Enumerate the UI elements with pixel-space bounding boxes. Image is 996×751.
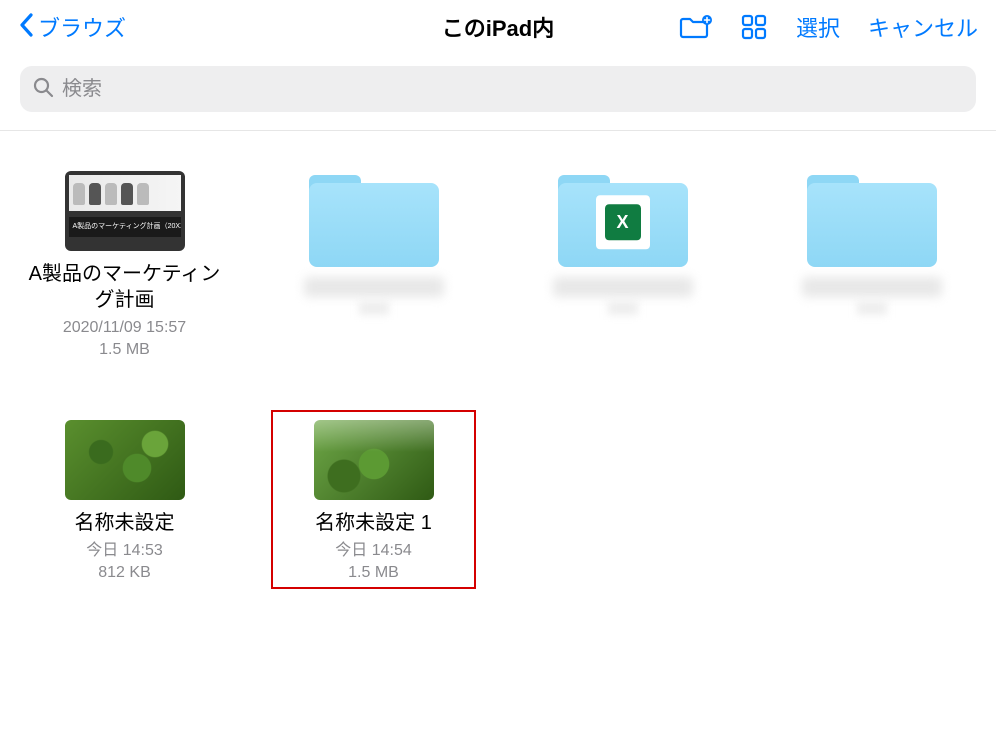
file-thumbnail (65, 420, 185, 500)
file-grid: A製品のマーケティング計画（20XX年） A製品のマーケティング計画 2020/… (0, 131, 996, 603)
new-folder-button[interactable] (678, 13, 712, 41)
page-title: このiPad内 (442, 11, 554, 43)
file-size: 1.5 MB (99, 339, 150, 361)
folder-item[interactable] (271, 171, 476, 360)
file-name: 名称未設定 1 (315, 510, 432, 536)
file-item[interactable]: A製品のマーケティング計画（20XX年） A製品のマーケティング計画 2020/… (22, 171, 227, 360)
back-button[interactable]: ブラウズ (18, 11, 126, 44)
file-name: A製品のマーケティング計画 (25, 261, 225, 313)
folder-name (553, 277, 693, 297)
file-item[interactable]: 名称未設定 今日 14:53 812 KB (22, 420, 227, 583)
file-thumbnail: A製品のマーケティング計画（20XX年） (65, 171, 185, 251)
folder-item[interactable]: X (520, 171, 725, 360)
searchbar-container (0, 54, 996, 131)
search-input[interactable] (62, 78, 964, 101)
folder-meta (857, 301, 887, 315)
file-size: 1.5 MB (348, 562, 399, 584)
folder-icon (807, 171, 937, 267)
file-name: 名称未設定 (75, 510, 175, 536)
folder-icon (309, 171, 439, 267)
search-icon (32, 76, 54, 103)
folder-icon: X (558, 171, 688, 267)
cancel-button[interactable]: キャンセル (868, 11, 978, 43)
thumbnail-caption: A製品のマーケティング計画（20XX年） (69, 217, 181, 237)
file-date: 今日 14:54 (335, 540, 412, 562)
header-actions: 選択 キャンセル (678, 11, 978, 43)
back-label: ブラウズ (38, 11, 126, 43)
file-thumbnail (314, 420, 434, 500)
file-date: 2020/11/09 15:57 (63, 317, 186, 339)
folder-meta (359, 301, 389, 315)
file-item-selected[interactable]: 名称未設定 1 今日 14:54 1.5 MB (271, 410, 476, 589)
searchbar[interactable] (20, 66, 976, 112)
folder-meta (608, 301, 638, 315)
file-size: 812 KB (98, 562, 150, 584)
file-date: 今日 14:53 (86, 540, 163, 562)
view-grid-button[interactable] (740, 13, 768, 41)
header-bar: ブラウズ このiPad内 選択 キャンセル (0, 0, 996, 54)
select-button[interactable]: 選択 (796, 11, 840, 43)
folder-name (802, 277, 942, 297)
folder-item[interactable] (769, 171, 974, 360)
excel-icon: X (596, 195, 650, 249)
chevron-left-icon (18, 11, 36, 44)
folder-name (304, 277, 444, 297)
